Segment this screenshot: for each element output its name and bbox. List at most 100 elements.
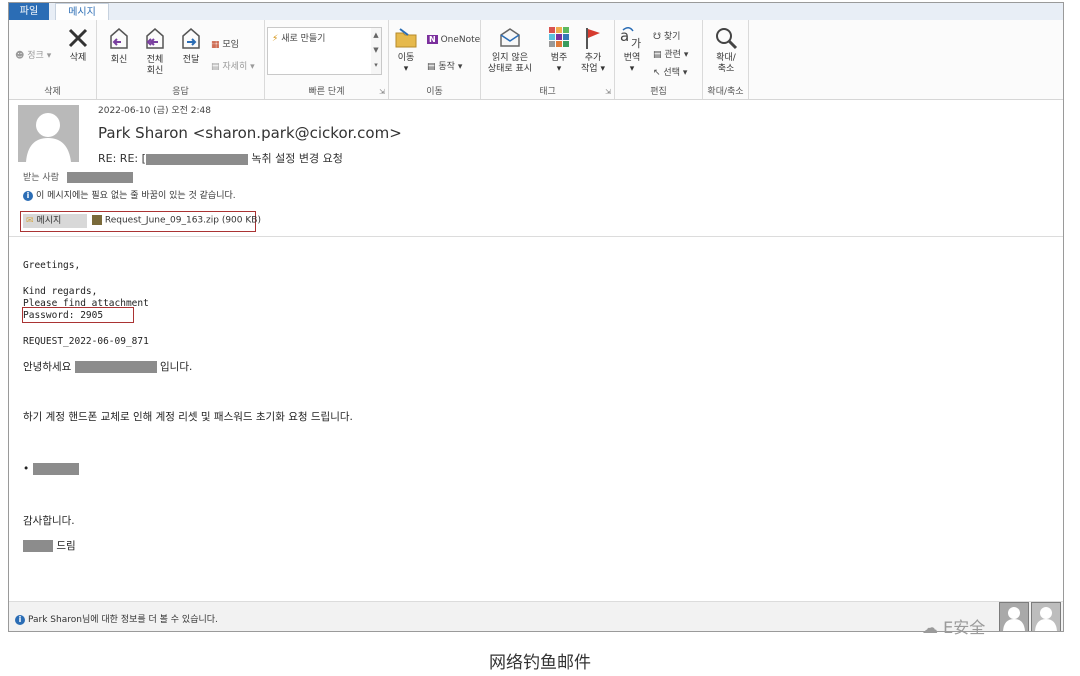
more-respond-button[interactable]: ▤ 자세히 ▾ — [211, 59, 255, 72]
onenote-icon: N — [427, 35, 438, 44]
ribbon-group-quick-steps: ⚡ 새로 만들기 ▲ ▼ ▾ 빠른 단계 ⇲ — [265, 20, 389, 99]
dialog-launcher-icon[interactable]: ⇲ — [605, 88, 611, 96]
body-thanks: 감사합니다. — [23, 515, 75, 527]
group-label-quick-steps: 빠른 단계 — [308, 87, 345, 97]
sender-name[interactable]: Park Sharon <sharon.park@cickor.com> — [98, 124, 402, 142]
subject-suffix: 녹취 설정 변경 요청 — [251, 152, 343, 165]
ignore-button[interactable]: ☻ 정크 ▾ — [15, 48, 51, 61]
info-bar[interactable]: i이 메시지에는 필요 없는 줄 바꿈이 있는 것 같습니다. — [23, 188, 236, 201]
reply-all-icon — [146, 28, 164, 49]
flag-icon — [586, 28, 600, 49]
body-bullet-item: • — [23, 463, 79, 475]
ribbon-group-move: 이동 ▾ N OneNote ▤ 동작 ▾ 이동 — [389, 20, 481, 99]
dialog-launcher-icon[interactable]: ⇲ — [379, 88, 385, 96]
ribbon-group-delete: ☻ 정크 ▾ 삭제 삭제 — [9, 20, 97, 99]
delete-button[interactable]: 삭제 — [63, 26, 93, 64]
to-label: 받는 사람 — [23, 173, 59, 183]
svg-text:가: 가 — [631, 37, 641, 50]
message-tab[interactable]: ✉ 메시지 — [23, 214, 87, 228]
ribbon-group-editing: a 가 번역 ▾ ☋ 찾기 ▤ 관련 ▾ ↖ 선택 ▾ 편집 — [615, 20, 703, 99]
related-icon: ▤ — [653, 50, 662, 60]
ribbon-group-respond: 회신 전체 회신 전달 ▦ 모임 ▤ 자세히 ▾ 응답 — [97, 20, 265, 99]
actions-button[interactable]: ▤ 동작 ▾ — [427, 59, 462, 72]
body-request-id: REQUEST_2022-06-09_871 — [23, 336, 149, 347]
mark-unread-button[interactable]: 읽지 않은 상태로 표시 — [483, 26, 537, 75]
envelope-icon — [500, 28, 520, 47]
quick-step-new[interactable]: ⚡ 새로 만들기 — [272, 31, 325, 44]
info-text: 이 메시지에는 필요 없는 줄 바꿈이 있는 것 같습니다. — [36, 191, 236, 201]
redacted-block — [145, 153, 248, 165]
hello-suffix: 입니다. — [160, 361, 193, 373]
person-silhouette-icon — [26, 113, 71, 162]
people-pane-text[interactable]: i Park Sharon님에 대한 정보를 더 볼 수 있습니다. — [15, 612, 218, 625]
delete-x-icon — [68, 28, 88, 48]
reply-button[interactable]: 회신 — [105, 26, 133, 66]
cursor-icon: ↖ — [653, 68, 661, 78]
wechat-icon: ☁ — [922, 618, 938, 637]
more-icon: ▤ — [211, 62, 220, 72]
categorize-icon — [549, 27, 569, 47]
group-label-zoom: 확대/축소 — [707, 87, 744, 97]
magnifier-icon — [716, 28, 738, 50]
find-button[interactable]: ☋ 찾기 — [653, 29, 680, 42]
person-silhouette-icon — [1035, 607, 1057, 631]
redacted-name — [74, 361, 157, 373]
categorize-button[interactable]: 범주 ▾ — [545, 26, 573, 75]
recipients-line: 받는 사람 — [23, 170, 133, 183]
ribbon: ☻ 정크 ▾ 삭제 삭제 회신 전체 회신 전달 ▦ 모임 ▤ 자세히 ▾ 응답… — [9, 20, 1063, 100]
ribbon-tab-bar: 파일 메시지 — [9, 3, 1063, 21]
info-icon: i — [15, 614, 25, 625]
calendar-icon: ▦ — [211, 40, 220, 50]
person-silhouette-icon — [1003, 607, 1025, 631]
outlook-message-window: 파일 메시지 ☻ 정크 ▾ 삭제 삭제 회신 전체 회신 전달 ▦ 모임 ▤ 자… — [8, 2, 1064, 632]
group-label-editing: 편집 — [650, 87, 667, 97]
attachment-bar: ✉ 메시지 Request_June_09_163.zip (900 KB) — [20, 211, 261, 232]
quick-steps-scroll[interactable]: ▲ ▼ ▾ — [371, 27, 382, 75]
redacted-account — [32, 463, 79, 475]
lightning-icon: ⚡ — [272, 34, 279, 44]
translate-button[interactable]: a 가 번역 ▾ — [617, 26, 647, 75]
closing-text: 드림 — [56, 540, 76, 552]
group-label-delete: 삭제 — [44, 87, 61, 97]
attachment-zip[interactable]: Request_June_09_163.zip (900 KB) — [92, 215, 261, 226]
translate-icon: a 가 — [620, 27, 641, 50]
tab-file[interactable]: 파일 — [9, 3, 49, 20]
sent-date: 2022-06-10 (금) 오전 2:48 — [98, 106, 211, 116]
move-button[interactable]: 이동 ▾ — [393, 26, 419, 75]
group-label-respond: 응답 — [172, 87, 189, 97]
body-greeting: Greetings, — [23, 260, 81, 271]
onenote-button[interactable]: N OneNote — [427, 35, 480, 45]
subject-prefix: RE: RE: [ — [98, 152, 146, 165]
subject-line: RE: RE: [ 녹취 설정 변경 요청 — [98, 150, 343, 166]
contact-thumbnail[interactable] — [999, 602, 1029, 631]
ribbon-group-tags: 읽지 않은 상태로 표시 범주 ▾ 추가 작업 ▾ 태그 ⇲ — [481, 20, 615, 99]
meeting-button[interactable]: ▦ 모임 — [211, 37, 239, 50]
body-closing: 드림 — [23, 538, 76, 553]
redacted-recipient — [66, 172, 133, 183]
reply-all-button[interactable]: 전체 회신 — [141, 26, 169, 77]
people-pane-bar: i Park Sharon님에 대한 정보를 더 볼 수 있습니다. — [9, 601, 1063, 631]
bullet: • — [23, 463, 30, 475]
forward-icon — [182, 28, 200, 49]
body-password: Password: 2905 — [23, 310, 104, 321]
group-label-tags: 태그 — [539, 87, 556, 97]
body-request-text: 하기 계정 핸드폰 교체로 인해 계정 리셋 및 패스워드 초기화 요청 드립니… — [23, 411, 353, 423]
envelope-icon: ✉ — [26, 216, 34, 226]
header-divider — [9, 236, 1063, 237]
zip-file-icon — [92, 215, 102, 225]
zoom-button[interactable]: 확대/ 축소 — [709, 26, 743, 75]
follow-up-button[interactable]: 추가 작업 ▾ — [579, 26, 607, 75]
contact-thumbnail[interactable] — [1031, 602, 1061, 631]
select-button[interactable]: ↖ 선택 ▾ — [653, 65, 687, 78]
info-icon: i — [23, 190, 33, 201]
tab-message[interactable]: 메시지 — [55, 3, 109, 21]
watermark: ☁ E安全 — [922, 618, 986, 637]
quick-steps-gallery[interactable]: ⚡ 새로 만들기 — [267, 27, 373, 75]
forward-button[interactable]: 전달 — [177, 26, 205, 66]
body-regards: Kind regards, — [23, 286, 98, 297]
folder-icon — [395, 28, 417, 48]
reply-icon — [110, 28, 128, 49]
ribbon-group-zoom: 확대/ 축소 확대/축소 — [703, 20, 749, 99]
sender-avatar — [18, 105, 79, 162]
related-button[interactable]: ▤ 관련 ▾ — [653, 47, 688, 60]
